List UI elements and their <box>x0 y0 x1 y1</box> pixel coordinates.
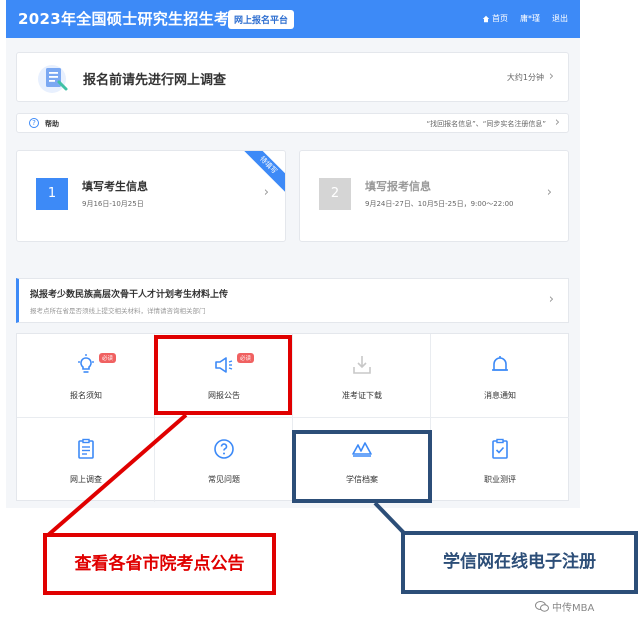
blue-highlight-box <box>292 430 432 503</box>
nav-logout[interactable]: 退出 <box>552 13 568 24</box>
grid-item-faq[interactable]: 常见问题 <box>155 418 293 502</box>
nav-home[interactable]: 首页 <box>482 13 508 24</box>
help-question-icon: ? <box>29 118 39 128</box>
step-card-1[interactable]: 1 填写考生信息 9月16日-10月25日 待填写 › <box>16 150 286 242</box>
grid-item-label: 消息通知 <box>484 391 516 400</box>
nav-home-label: 首页 <box>492 14 508 23</box>
red-highlight-box <box>154 335 292 415</box>
red-annotation-label: 查看各省市院考点公告 <box>43 533 276 595</box>
grid-item-label: 职业测评 <box>484 475 516 484</box>
question-icon <box>214 439 234 459</box>
bell-icon <box>492 356 508 371</box>
blue-annotation-label: 学信网在线电子注册 <box>401 531 638 594</box>
top-header: 2023年全国硕士研究生招生考试 网上报名平台 首页 庸*瑾 退出 <box>6 0 580 38</box>
grid-item-label: 常见问题 <box>208 475 240 484</box>
step-name: 填写考生信息 <box>82 180 148 193</box>
grid-item-label: 报名须知 <box>70 391 102 400</box>
wechat-icon <box>535 601 549 612</box>
step-name: 填写报考信息 <box>365 180 431 193</box>
step-number: 2 <box>319 178 351 210</box>
notice-title: 拟报考少数民族高层次骨干人才计划考生材料上传 <box>30 290 229 300</box>
step-card-2[interactable]: 2 填写报考信息 9月24日-27日、10月5日-25日，9:00～22:00 … <box>299 150 569 242</box>
grid-item-label: 网上调查 <box>70 475 102 484</box>
watermark: 中传MBA <box>535 599 594 614</box>
chevron-right-icon: › <box>554 115 560 130</box>
grid-item-registration-notes[interactable]: 必读 报名须知 <box>17 334 155 418</box>
checklist-icon <box>492 438 508 459</box>
survey-time: 大约1分钟 <box>506 73 544 82</box>
survey-card[interactable]: 报名前请先进行网上调查 大约1分钟 › <box>16 52 569 102</box>
lightbulb-icon <box>78 354 94 373</box>
survey-doc-icon <box>38 65 68 93</box>
survey-title: 报名前请先进行网上调查 <box>83 73 227 88</box>
app-title: 2023年全国硕士研究生招生考试 <box>18 10 245 28</box>
grid-item-notifications[interactable]: 消息通知 <box>431 334 569 418</box>
step-number: 1 <box>36 178 68 210</box>
status-ribbon: 待填写 <box>238 151 285 195</box>
notice-subtitle: 报考点所在省是否须线上提交相关材料，详情请咨询相关部门 <box>30 307 206 315</box>
download-icon <box>353 356 371 374</box>
step-date: 9月24日-27日、10月5日-25日，9:00～22:00 <box>365 200 514 208</box>
grid-item-admission-ticket[interactable]: 准考证下载 <box>293 334 431 418</box>
help-label: 帮助 <box>45 120 59 128</box>
chevron-right-icon: › <box>548 69 554 84</box>
home-icon <box>482 15 490 22</box>
clipboard-icon <box>78 438 94 459</box>
chevron-right-icon: › <box>548 292 554 307</box>
help-links: “找回报名信息”、“同步实名注册信息” <box>426 120 546 128</box>
watermark-text: 中传MBA <box>552 603 595 614</box>
grid-item-online-survey[interactable]: 网上调查 <box>17 418 155 502</box>
minority-notice-card[interactable]: 拟报考少数民族高层次骨干人才计划考生材料上传 报考点所在省是否须线上提交相关材料… <box>16 278 569 323</box>
help-bar[interactable]: ? 帮助 “找回报名信息”、“同步实名注册信息” › <box>16 113 569 133</box>
chevron-right-icon: › <box>263 185 269 200</box>
platform-badge: 网上报名平台 <box>228 10 295 29</box>
nav-user[interactable]: 庸*瑾 <box>520 13 540 24</box>
chevron-right-icon: › <box>546 185 552 200</box>
page: 2023年全国硕士研究生招生考试 网上报名平台 首页 庸*瑾 退出 报名前请先进… <box>0 0 640 621</box>
step-date: 9月16日-10月25日 <box>82 200 144 208</box>
must-read-badge: 必读 <box>99 353 117 363</box>
grid-item-label: 准考证下载 <box>342 391 382 400</box>
grid-item-career-test[interactable]: 职业测评 <box>431 418 569 502</box>
